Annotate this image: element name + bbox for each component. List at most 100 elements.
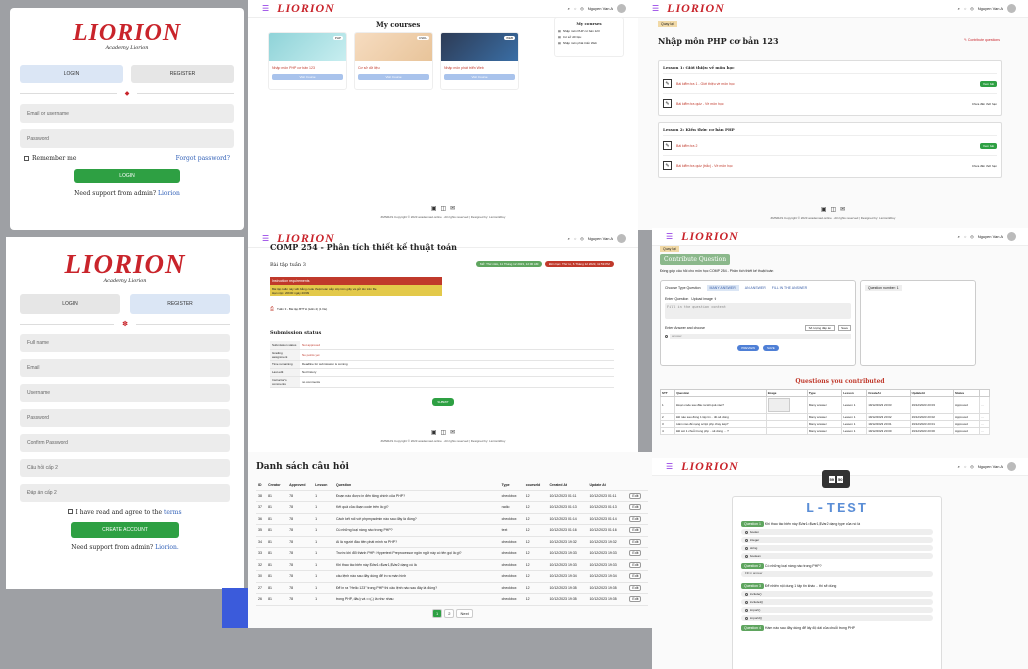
column-header[interactable]: Type <box>806 389 843 397</box>
status-row[interactable]: Last edit Not history <box>270 368 614 377</box>
lesson-title[interactable]: Lesson 1: Giới thiệu về môn học <box>663 65 997 70</box>
lesson-card[interactable]: Lesson 1: Giới thiệu về môn học ✎ Bài kiểm… <box>658 60 1002 116</box>
course-card[interactable]: CSDL Cơ sở dữ liệu Visit Course <box>354 32 433 90</box>
column-header[interactable]: Lesson <box>313 480 334 491</box>
answer-option[interactable]: integer <box>741 537 933 543</box>
table-row[interactable]: 4 Đề xét 1 chuỗi trong php .. sẽ dùng ...… <box>659 427 990 435</box>
table-row[interactable]: 27 81 78 1 Để in ra "Hello 123" trong PHP th… <box>256 582 648 594</box>
table-row[interactable]: 33 81 78 1 Trước khi đổi thành PHP: Hypertex… <box>256 547 648 560</box>
answer-radio[interactable] <box>745 546 748 550</box>
edit-button[interactable]: Edit <box>629 515 642 522</box>
answer-radio[interactable] <box>665 335 668 338</box>
tab-login[interactable]: LOGIN <box>20 294 120 314</box>
lesson-item-name[interactable]: Bài kiểm tra 1 - Giới thiệu về môn học <box>676 82 735 86</box>
course-title[interactable]: Cơ sở dữ liệu <box>355 61 432 72</box>
submit-button[interactable]: SUBMIT <box>432 398 454 406</box>
tab-register[interactable]: REGISTER <box>130 294 230 314</box>
table-row[interactable]: 30 81 78 1 câu lệnh nào sau đây dùng để in r… <box>256 570 648 583</box>
answer-label[interactable]: include() <box>750 592 762 596</box>
answer-radio[interactable] <box>745 600 748 604</box>
page-link[interactable]: 1 <box>432 609 443 618</box>
answer-label[interactable]: integer <box>750 538 759 542</box>
upload-label[interactable]: Upload image <box>691 297 713 301</box>
quiz-icon[interactable]: ✎ <box>663 79 672 88</box>
password-input[interactable]: Password <box>20 129 234 148</box>
sidebar-item-label[interactable]: Nhập môn phát triển Web <box>563 41 597 45</box>
edit-button[interactable]: Edit <box>629 504 642 511</box>
answer-label[interactable]: import2() <box>750 616 762 620</box>
quiz-icon[interactable]: ✎ <box>663 161 672 170</box>
brand-logo[interactable]: LIORION <box>681 459 739 474</box>
lesson-title[interactable]: Lesson 2: Kiến thức cơ bản PHP <box>663 127 997 132</box>
answer-option[interactable]: include1() <box>741 599 933 605</box>
menu-icon[interactable]: ☰ <box>262 4 269 13</box>
sidebar-item[interactable]: ▤ Nhập môn phát triển Web <box>558 41 620 45</box>
visit-course-button[interactable]: Visit Course <box>358 74 429 80</box>
search-icon[interactable]: ⌕ <box>568 6 570 11</box>
column-header[interactable]: STT <box>659 389 676 397</box>
login-button[interactable]: LOGIN <box>74 169 180 183</box>
course-badge[interactable]: PHP <box>332 36 343 40</box>
book-icon[interactable]: ▤ <box>558 29 561 33</box>
forgot-password-link[interactable]: Forgot password? <box>176 155 230 162</box>
file-name[interactable]: Tuần 3 - Bài tập BTTH (tuần 4) (1 file) <box>277 307 327 311</box>
table-row[interactable]: 26 81 78 1 trong PHP, đâu) và ==(-) là như n… <box>256 593 648 606</box>
visit-course-button[interactable]: Visit Course <box>272 74 343 80</box>
column-header[interactable]: CreateAt <box>866 389 911 397</box>
book-icon[interactable]: ▤ <box>558 41 561 45</box>
book-icon[interactable]: ▤ <box>558 35 561 39</box>
edit-button[interactable]: Edit <box>629 492 642 499</box>
facebook-icon[interactable]: ▣ <box>431 205 437 212</box>
table-row[interactable]: 2 Đề nào sau đúng 1 tập tin .. đó sẽ dùng… <box>659 413 990 421</box>
register-field[interactable]: Email <box>20 359 230 377</box>
chat-icon[interactable]: ◌ <box>964 234 966 239</box>
register-field[interactable]: Username <box>20 384 230 402</box>
bell-icon[interactable]: ◎ <box>970 6 974 11</box>
mail-icon[interactable]: ✉ <box>840 206 845 213</box>
table-cell[interactable]: ··· <box>979 413 990 421</box>
answer-label[interactable]: boolen <box>750 530 759 534</box>
table-header[interactable]: ID Creator Approved Lesson Question Type cours… <box>256 480 648 491</box>
sidebar-item-label[interactable]: Cơ sở dữ liệu <box>563 35 581 39</box>
brand-logo[interactable]: LIORION <box>681 229 739 244</box>
edit-button[interactable]: Edit <box>629 527 642 534</box>
status-value[interactable]: no comments <box>300 376 614 388</box>
lesson-item[interactable]: ✎ Bài kiểm tra quiz - Về môn học Chưa đến … <box>663 93 997 113</box>
bell-icon[interactable]: ◎ <box>580 236 584 241</box>
course-card[interactable]: PHP Nhập môn PHP cơ bản 123 Visit Course <box>268 32 347 90</box>
course-title[interactable]: Nhập môn phát triển Web <box>441 61 518 72</box>
code-thumbnail[interactable] <box>767 398 790 412</box>
breadcrumb[interactable]: Quay lại <box>658 21 677 27</box>
contribute-link[interactable]: ✎ Contribute questions <box>964 38 1000 42</box>
answer-radio[interactable] <box>745 538 748 542</box>
lesson-item-name[interactable]: Bài kiểm tra quiz - Về môn học <box>676 102 724 106</box>
instagram-icon[interactable]: ◫ <box>440 205 446 212</box>
status-key[interactable]: Instructor's comments <box>270 376 300 388</box>
status-value[interactable]: No points yet <box>300 349 614 361</box>
column-header[interactable]: Lesson <box>841 389 868 397</box>
table-header[interactable]: STT Question Image Type Lesson CreateAt Update… <box>659 389 990 397</box>
lesson-item[interactable]: ✎ Bài kiểm tra quiz (trắc) - Về môn học Ch… <box>663 155 997 175</box>
table-cell[interactable]: Edit <box>627 570 648 583</box>
answer-radio[interactable] <box>745 530 748 534</box>
mail-icon[interactable]: ✉ <box>450 205 455 212</box>
quiz-icon[interactable]: ✎ <box>663 99 672 108</box>
column-header[interactable]: Approved <box>287 480 314 491</box>
answer-count-select[interactable]: Số lượng đáp án <box>804 325 836 331</box>
table-row[interactable]: 1 Đoạn code sau đâu ra kết quả nào? Many a… <box>659 396 990 414</box>
lesson-item[interactable]: ✎ Bài kiểm tra 2 Xem bài <box>663 135 997 155</box>
register-field[interactable]: Password <box>20 409 230 427</box>
menu-icon[interactable]: ☰ <box>652 4 659 13</box>
answer-label[interactable]: boolean <box>750 554 761 558</box>
lesson-item-name[interactable]: Bài kiểm tra 2 <box>676 144 697 148</box>
visit-course-button[interactable]: Visit Course <box>444 74 515 80</box>
course-title[interactable]: Nhập môn PHP cơ bản 123 <box>269 61 346 72</box>
instagram-icon[interactable]: ◫ <box>830 206 836 213</box>
status-value[interactable]: Not approved <box>300 341 614 350</box>
tab-question-type[interactable]: FILL IN THE ANSWER <box>772 285 807 291</box>
status-key[interactable]: Last edit <box>270 368 300 377</box>
answer-label[interactable]: include1() <box>750 600 763 604</box>
answer-option[interactable]: import() <box>741 607 933 613</box>
breadcrumb[interactable]: Quay lại <box>660 246 679 252</box>
table-cell[interactable]: ··· <box>979 420 990 428</box>
